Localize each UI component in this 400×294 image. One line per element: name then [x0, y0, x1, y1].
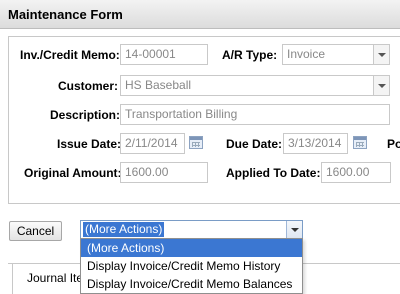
chevron-down-icon[interactable]	[373, 76, 389, 95]
customer-value: HS Baseball	[125, 78, 192, 92]
customer-select[interactable]: HS Baseball	[120, 75, 390, 96]
cancel-button[interactable]: Cancel	[9, 221, 62, 241]
issue-date-label: Issue Date:	[57, 137, 122, 151]
more-actions-dropdown: (More Actions) Display Invoice/Credit Me…	[80, 238, 303, 294]
due-date-label: Due Date:	[226, 137, 283, 151]
menu-item-more-actions[interactable]: (More Actions)	[81, 239, 302, 257]
inv-credit-memo-label: Inv./Credit Memo:	[20, 48, 120, 62]
tab-label: Journal Ite	[27, 271, 84, 285]
description-field[interactable]: Transportation Billing	[120, 104, 390, 125]
due-date-field[interactable]: 3/13/2014	[283, 133, 348, 154]
title-bar: Maintenance Form	[0, 0, 400, 29]
more-actions-selected: (More Actions)	[83, 222, 165, 237]
original-amount-label: Original Amount:	[24, 166, 122, 180]
more-actions-select[interactable]: (More Actions)	[80, 220, 303, 239]
description-label: Description:	[50, 108, 121, 122]
applied-to-date-field[interactable]: 1600.00	[321, 162, 391, 183]
customer-label: Customer:	[58, 79, 119, 93]
ar-type-value: Invoice	[287, 47, 326, 61]
chevron-down-icon[interactable]	[373, 45, 389, 64]
ar-type-select[interactable]: Invoice	[282, 44, 390, 65]
issue-date-field[interactable]: 2/11/2014	[120, 133, 185, 154]
menu-item-display-history[interactable]: Display Invoice/Credit Memo History	[81, 257, 302, 275]
truncated-label: Po	[387, 137, 400, 151]
calendar-icon[interactable]	[189, 136, 203, 149]
chevron-down-icon[interactable]	[286, 221, 302, 238]
ar-type-label: A/R Type:	[222, 48, 278, 62]
original-amount-field[interactable]: 1600.00	[120, 162, 208, 183]
calendar-icon[interactable]	[353, 136, 367, 149]
menu-item-display-balances[interactable]: Display Invoice/Credit Memo Balances	[81, 275, 302, 293]
applied-to-date-label: Applied To Date:	[226, 166, 321, 180]
inv-credit-memo-field[interactable]: 14-00001	[120, 44, 208, 65]
window-title: Maintenance Form	[8, 7, 123, 22]
